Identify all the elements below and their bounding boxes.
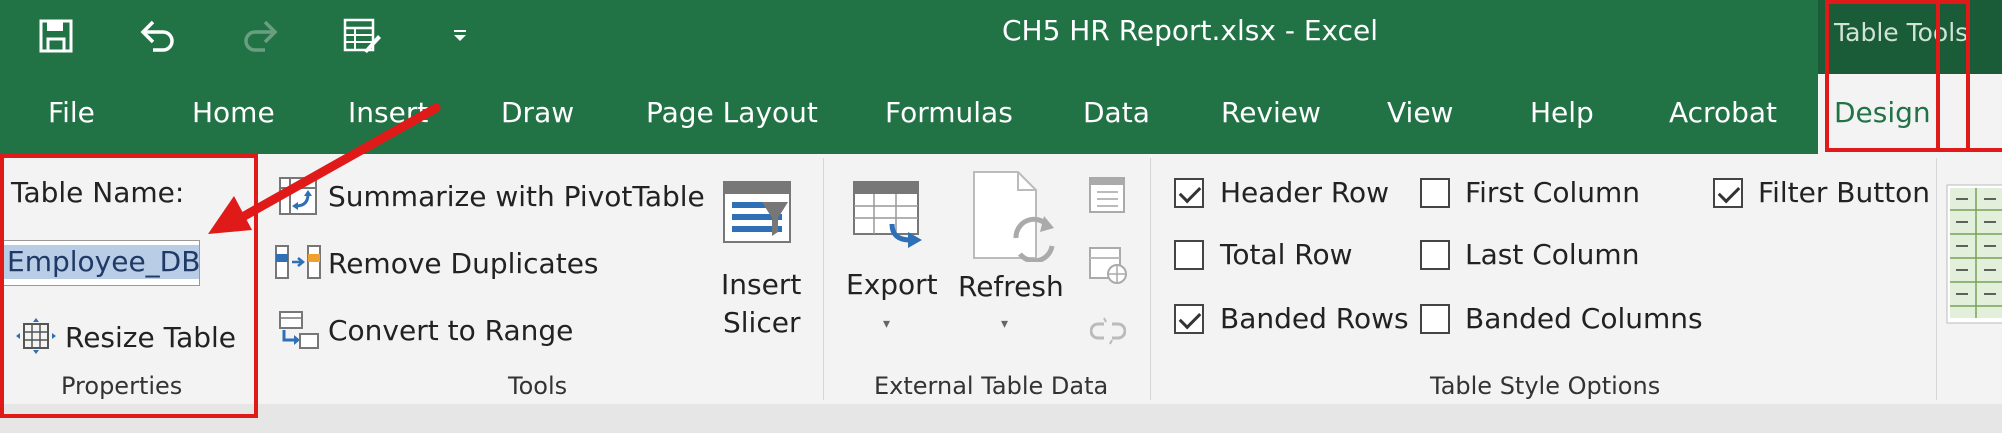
insert-slicer-label-1[interactable]: Insert xyxy=(721,268,801,301)
banded-rows-checkbox[interactable] xyxy=(1174,304,1204,334)
tab-draw[interactable]: Draw xyxy=(501,96,574,129)
customize-dropdown-icon[interactable] xyxy=(430,8,490,64)
tab-view[interactable]: View xyxy=(1387,96,1453,129)
convert-to-range-button[interactable]: Convert to Range xyxy=(328,314,573,347)
tab-review[interactable]: Review xyxy=(1221,96,1321,129)
group-divider xyxy=(823,158,824,400)
external-table-data-group-label: External Table Data xyxy=(874,372,1109,400)
tab-acrobat[interactable]: Acrobat xyxy=(1669,96,1777,129)
table-style-options-group-label: Table Style Options xyxy=(1430,372,1661,400)
properties-icon[interactable] xyxy=(1088,176,1126,218)
banded-columns-checkbox[interactable] xyxy=(1420,304,1450,334)
tab-page-layout[interactable]: Page Layout xyxy=(646,96,818,129)
tools-group-label: Tools xyxy=(508,372,568,400)
tab-help[interactable]: Help xyxy=(1530,96,1594,129)
redo-icon[interactable] xyxy=(230,8,290,64)
insert-slicer-icon[interactable] xyxy=(722,180,792,250)
total-row-label[interactable]: Total Row xyxy=(1220,238,1353,271)
convert-to-range-icon[interactable] xyxy=(276,308,322,356)
remove-duplicates-icon[interactable] xyxy=(274,244,324,284)
annotation-arrow xyxy=(208,103,441,234)
save-icon[interactable] xyxy=(26,8,86,64)
annotation-box-partial xyxy=(1936,0,2002,152)
last-column-label[interactable]: Last Column xyxy=(1465,238,1639,271)
header-row-label[interactable]: Header Row xyxy=(1220,176,1389,209)
banded-rows-label[interactable]: Banded Rows xyxy=(1220,302,1409,335)
open-in-browser-icon[interactable] xyxy=(1088,246,1128,288)
first-column-label[interactable]: First Column xyxy=(1465,176,1640,209)
last-column-checkbox[interactable] xyxy=(1420,240,1450,270)
first-column-checkbox[interactable] xyxy=(1420,178,1450,208)
undo-icon[interactable] xyxy=(128,8,188,64)
group-divider xyxy=(1150,158,1151,400)
ribbon-bottom-strip xyxy=(0,404,2002,433)
tab-file[interactable]: File xyxy=(48,96,95,129)
banded-columns-label[interactable]: Banded Columns xyxy=(1465,302,1703,335)
insert-slicer-label-2[interactable]: Slicer xyxy=(723,306,800,339)
refresh-dropdown-icon[interactable]: ▾ xyxy=(1001,316,1008,332)
tab-formulas[interactable]: Formulas xyxy=(885,96,1013,129)
unlink-icon[interactable] xyxy=(1089,316,1127,350)
form-icon[interactable] xyxy=(332,8,392,64)
remove-duplicates-button[interactable]: Remove Duplicates xyxy=(328,247,599,280)
header-row-checkbox[interactable] xyxy=(1174,178,1204,208)
tab-data[interactable]: Data xyxy=(1083,96,1150,129)
refresh-button[interactable]: Refresh xyxy=(958,270,1064,303)
group-divider xyxy=(1936,158,1937,400)
filter-button-checkbox[interactable] xyxy=(1713,178,1743,208)
export-dropdown-icon[interactable]: ▾ xyxy=(883,316,890,332)
window-title: CH5 HR Report.xlsx - Excel xyxy=(1001,14,1379,47)
table-style-gallery-thumbnail[interactable] xyxy=(1946,184,2002,328)
export-icon[interactable] xyxy=(852,180,928,256)
refresh-icon[interactable] xyxy=(972,170,1060,266)
total-row-checkbox[interactable] xyxy=(1174,240,1204,270)
filter-button-label[interactable]: Filter Button xyxy=(1758,176,1930,209)
export-button[interactable]: Export xyxy=(846,268,938,301)
